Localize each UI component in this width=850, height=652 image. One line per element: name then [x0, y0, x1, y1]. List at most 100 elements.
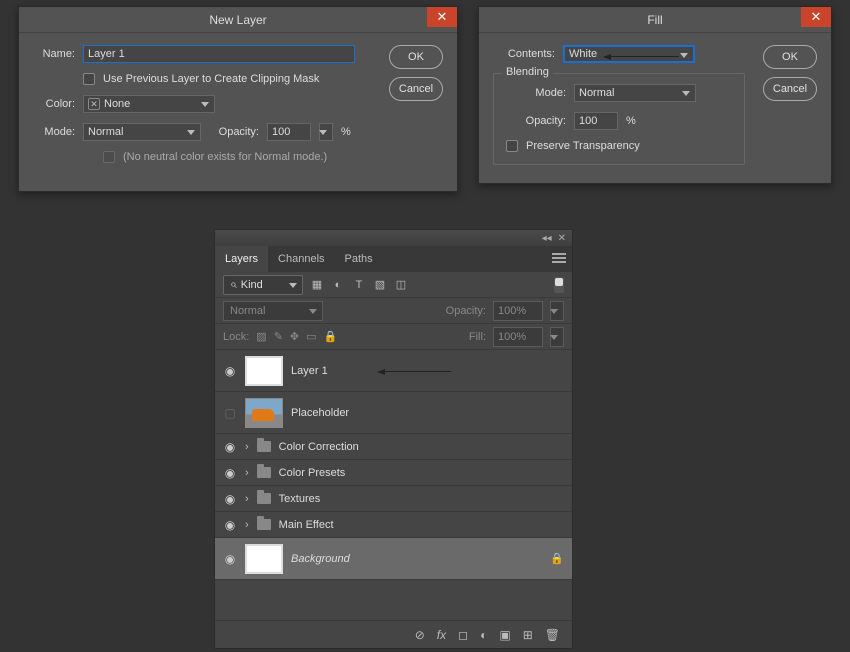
filter-shape-icon[interactable]: ▧: [373, 278, 387, 292]
new-layer-dialog: New Layer ✕ OK Cancel Name: Use Previous…: [18, 6, 458, 192]
layer-row-background[interactable]: ◉ Background 🔒: [215, 538, 572, 580]
name-label: Name:: [33, 48, 75, 60]
ok-button[interactable]: OK: [389, 45, 443, 69]
lock-position-icon[interactable]: ✥: [290, 330, 299, 343]
layer-row-layer1[interactable]: ◉ Layer 1: [215, 350, 572, 392]
opacity-stepper[interactable]: [550, 301, 564, 321]
visibility-icon[interactable]: ◉: [223, 440, 237, 454]
layer-group-color-presets[interactable]: ◉ › Color Presets: [215, 460, 572, 486]
folder-icon: [257, 467, 271, 478]
fill-dialog: Fill ✕ OK Cancel Contents: White Blendin…: [478, 6, 832, 184]
layer-name: Color Presets: [279, 467, 346, 479]
opacity-input[interactable]: [267, 123, 311, 141]
tab-layers[interactable]: Layers: [215, 246, 268, 272]
visibility-icon[interactable]: ◉: [223, 364, 237, 378]
layer-group-color-correction[interactable]: ◉ › Color Correction: [215, 434, 572, 460]
filter-pixel-icon[interactable]: ▦: [310, 278, 324, 292]
annotation-arrow: [383, 371, 451, 372]
layer-name: Layer 1: [291, 365, 328, 377]
layer-name: Placeholder: [291, 407, 349, 419]
lock-image-icon[interactable]: ✎: [274, 330, 283, 343]
fill-opacity-input[interactable]: [574, 112, 618, 130]
layer-thumbnail[interactable]: [245, 356, 283, 386]
cancel-button[interactable]: Cancel: [763, 77, 817, 101]
neutral-note: (No neutral color exists for Normal mode…: [123, 151, 327, 163]
filter-type-icon[interactable]: T: [352, 278, 366, 292]
panel-menu-icon[interactable]: [552, 253, 566, 263]
opacity-unit: %: [626, 115, 636, 127]
panel-opacity-label: Opacity:: [446, 305, 486, 317]
layer-list: ◉ Layer 1 ▢ Placeholder ◉ › Color Correc…: [215, 350, 572, 580]
layers-panel: ◂◂ ✕ Layers Channels Paths Kind ▦ ◐ T ▧ …: [214, 229, 573, 649]
layer-group-textures[interactable]: ◉ › Textures: [215, 486, 572, 512]
close-icon[interactable]: ✕: [558, 233, 566, 244]
layer-group-main-effect[interactable]: ◉ › Main Effect: [215, 512, 572, 538]
collapse-icon[interactable]: ◂◂: [542, 233, 552, 244]
blend-mode-select[interactable]: Normal: [223, 301, 323, 321]
close-icon[interactable]: ✕: [801, 7, 831, 27]
clipping-mask-label: Use Previous Layer to Create Clipping Ma…: [103, 73, 319, 85]
blend-row: Normal Opacity: 100%: [215, 298, 572, 324]
dialog-title: New Layer: [209, 13, 266, 27]
layer-name: Background: [291, 553, 350, 565]
filter-toggle[interactable]: [554, 277, 564, 293]
mode-value: Normal: [88, 126, 123, 138]
folder-icon: [257, 493, 271, 504]
visibility-icon[interactable]: ▢: [223, 406, 237, 420]
clipping-mask-checkbox[interactable]: [83, 73, 95, 85]
new-group-icon[interactable]: ▣: [499, 628, 510, 642]
mode-select[interactable]: Normal: [83, 123, 201, 141]
panel-footer: ⊘ fx ◻ ◐ ▣ ⊞ 🗑: [215, 620, 572, 648]
layer-thumbnail[interactable]: [245, 398, 283, 428]
preserve-transparency-checkbox[interactable]: [506, 140, 518, 152]
filter-smart-icon[interactable]: ◫: [394, 278, 408, 292]
chevron-right-icon[interactable]: ›: [245, 493, 249, 505]
color-select[interactable]: ✕ None: [83, 95, 215, 113]
visibility-icon[interactable]: ◉: [223, 518, 237, 532]
folder-icon: [257, 441, 271, 452]
filter-kind-select[interactable]: Kind: [223, 275, 303, 295]
adjustment-icon[interactable]: ◐: [480, 628, 487, 642]
link-layers-icon[interactable]: ⊘: [415, 628, 425, 642]
dialog-title-bar: New Layer ✕: [19, 7, 457, 33]
layer-name-input[interactable]: [83, 45, 355, 63]
preserve-transparency-label: Preserve Transparency: [526, 140, 640, 152]
annotation-arrow: [609, 56, 679, 57]
filter-adjust-icon[interactable]: ◐: [331, 278, 345, 292]
blend-mode-label: Mode:: [506, 87, 566, 99]
blend-mode-select[interactable]: Normal: [574, 84, 696, 102]
chevron-right-icon[interactable]: ›: [245, 441, 249, 453]
blending-group: Blending Mode: Normal Opacity: % Preserv…: [493, 73, 745, 165]
chevron-right-icon[interactable]: ›: [245, 467, 249, 479]
fill-label: Fill:: [469, 331, 486, 343]
fill-opacity-label: Opacity:: [506, 115, 566, 127]
close-icon[interactable]: ✕: [427, 7, 457, 27]
panel-opacity-input[interactable]: 100%: [493, 301, 543, 321]
layer-row-placeholder[interactable]: ▢ Placeholder: [215, 392, 572, 434]
visibility-icon[interactable]: ◉: [223, 492, 237, 506]
new-layer-icon[interactable]: ⊞: [523, 628, 533, 642]
cancel-button[interactable]: Cancel: [389, 77, 443, 101]
delete-layer-icon[interactable]: 🗑: [545, 628, 560, 642]
tab-channels[interactable]: Channels: [268, 246, 334, 272]
tab-paths[interactable]: Paths: [335, 246, 383, 272]
lock-transparent-icon[interactable]: ▨: [256, 330, 266, 343]
dialog-title-bar: Fill ✕: [479, 7, 831, 33]
opacity-stepper[interactable]: [319, 123, 333, 141]
panel-tabs: Layers Channels Paths: [215, 246, 572, 272]
fill-stepper[interactable]: [550, 327, 564, 347]
layer-name: Textures: [279, 493, 321, 505]
layer-fx-icon[interactable]: fx: [437, 628, 446, 642]
layer-thumbnail[interactable]: [245, 544, 283, 574]
visibility-icon[interactable]: ◉: [223, 466, 237, 480]
lock-row: Lock: ▨ ✎ ✥ ▭ 🔒 Fill: 100%: [215, 324, 572, 350]
lock-artboard-icon[interactable]: ▭: [306, 330, 316, 343]
add-mask-icon[interactable]: ◻: [458, 628, 468, 642]
chevron-right-icon[interactable]: ›: [245, 519, 249, 531]
fill-input[interactable]: 100%: [493, 327, 543, 347]
ok-button[interactable]: OK: [763, 45, 817, 69]
contents-select[interactable]: White: [563, 45, 695, 63]
visibility-icon[interactable]: ◉: [223, 552, 237, 566]
lock-all-icon[interactable]: 🔒: [324, 330, 338, 343]
lock-icon[interactable]: 🔒: [550, 552, 564, 565]
